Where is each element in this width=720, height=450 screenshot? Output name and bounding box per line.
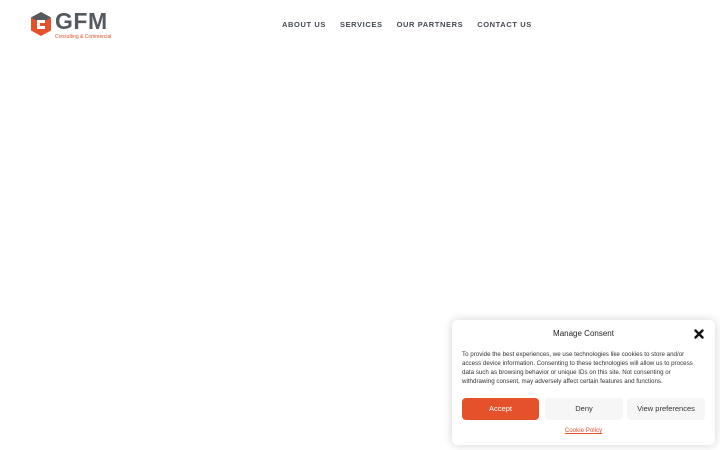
- main-nav: ABOUT US SERVICES OUR PARTNERS CONTACT U…: [282, 20, 532, 29]
- site-header: GFM Consulting & Commercial ABOUT US SER…: [0, 0, 720, 50]
- accept-button[interactable]: Accept: [462, 398, 539, 420]
- nav-item-our-partners[interactable]: OUR PARTNERS: [397, 20, 464, 29]
- page: GFM Consulting & Commercial ABOUT US SER…: [0, 0, 720, 450]
- logo-mark-icon: [31, 12, 51, 36]
- view-preferences-button[interactable]: View preferences: [627, 398, 705, 420]
- nav-item-contact-us[interactable]: CONTACT US: [477, 20, 532, 29]
- site-logo[interactable]: GFM Consulting & Commercial: [30, 8, 120, 44]
- deny-button[interactable]: Deny: [545, 398, 623, 420]
- nav-item-about-us[interactable]: ABOUT US: [282, 20, 326, 29]
- cookie-policy-link[interactable]: Cookie Policy: [452, 427, 715, 434]
- consent-title: Manage Consent: [553, 329, 614, 338]
- consent-message: To provide the best experiences, we use …: [462, 351, 693, 385]
- close-icon[interactable]: [692, 327, 706, 341]
- consent-dialog: Manage Consent To provide the best exper…: [452, 320, 715, 445]
- logo-wordmark: GFM: [55, 8, 108, 34]
- logo-tagline: Consulting & Commercial: [55, 34, 112, 40]
- nav-item-services[interactable]: SERVICES: [340, 20, 383, 29]
